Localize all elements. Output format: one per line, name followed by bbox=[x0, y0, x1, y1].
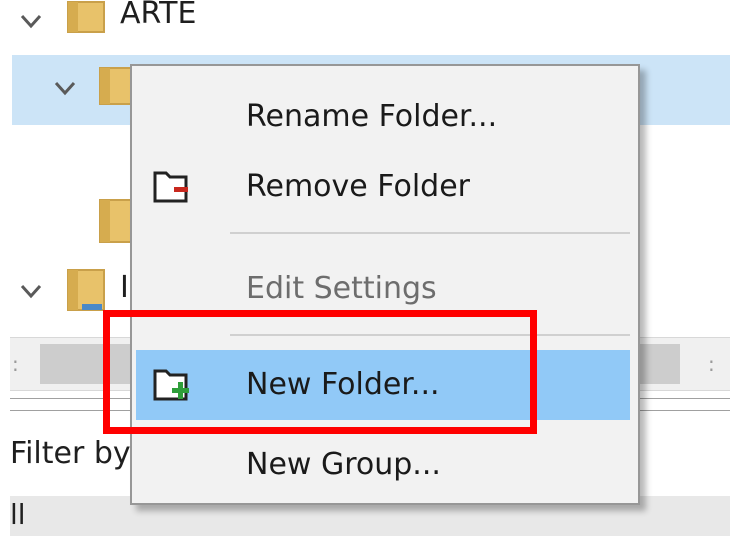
menu-item-new-group[interactable]: New Group... bbox=[136, 430, 630, 500]
folder-icon bbox=[67, 1, 105, 33]
scroll-left-icon[interactable]: : bbox=[12, 352, 32, 376]
chevron-down-icon[interactable] bbox=[16, 6, 46, 36]
menu-item-label: Remove Folder bbox=[246, 169, 470, 204]
chevron-down-icon[interactable] bbox=[16, 276, 46, 306]
filter-label: Filter by bbox=[10, 436, 131, 471]
menu-separator bbox=[230, 232, 630, 234]
scroll-right-icon[interactable]: : bbox=[708, 352, 728, 376]
menu-item-rename-folder[interactable]: Rename Folder... bbox=[136, 82, 630, 152]
menu-item-label: Rename Folder... bbox=[246, 99, 498, 134]
highlight-annotation bbox=[103, 310, 537, 434]
tree-item-label[interactable]: ARTE bbox=[120, 0, 196, 31]
folder-icon bbox=[67, 269, 105, 311]
tree-item-label[interactable]: I bbox=[120, 270, 129, 305]
chevron-down-icon[interactable] bbox=[50, 73, 80, 103]
context-menu: Rename Folder... Remove Folder Edit Sett… bbox=[130, 64, 640, 505]
remove-folder-icon bbox=[153, 171, 188, 203]
menu-item-label: New Group... bbox=[246, 447, 441, 482]
menu-item-remove-folder[interactable]: Remove Folder bbox=[136, 152, 630, 222]
status-text: ll bbox=[10, 498, 26, 531]
